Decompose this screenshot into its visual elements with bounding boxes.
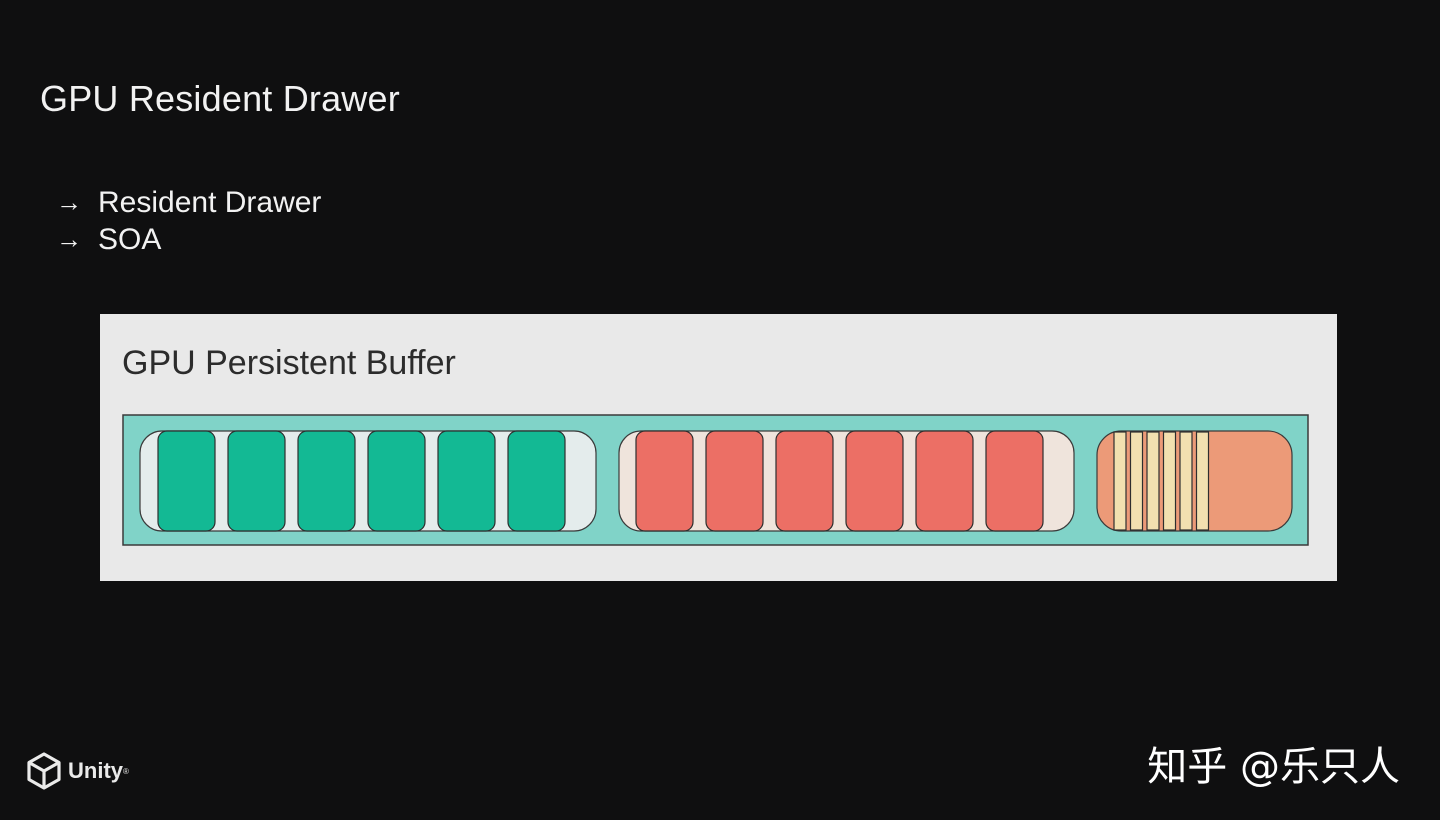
- orange-stripe: [1129, 431, 1144, 531]
- slide-title: GPU Resident Drawer: [40, 78, 400, 119]
- group-orange: [1096, 430, 1293, 532]
- bullet-list: → Resident Drawer → SOA: [56, 184, 321, 258]
- buffer-diagram: [122, 414, 1309, 546]
- orange-stripe: [1146, 431, 1160, 531]
- red-block: [985, 430, 1044, 532]
- green-block: [297, 430, 356, 532]
- green-block: [507, 430, 566, 532]
- watermark: 知乎 @乐只人: [1147, 744, 1400, 790]
- gpu-buffer-panel: GPU Persistent Buffer: [100, 314, 1337, 581]
- red-block: [915, 430, 974, 532]
- green-block: [227, 430, 286, 532]
- green-block: [437, 430, 496, 532]
- bullet-item: → Resident Drawer: [56, 184, 321, 221]
- unity-registered-mark: ®: [123, 766, 129, 776]
- bullet-item: → SOA: [56, 221, 321, 258]
- arrow-icon: →: [56, 224, 82, 254]
- orange-stripe: [1113, 431, 1127, 531]
- unity-logo: Unity ®: [26, 752, 129, 790]
- red-block: [635, 430, 694, 532]
- bullet-text: SOA: [98, 222, 162, 256]
- red-block: [705, 430, 764, 532]
- bullet-text: Resident Drawer: [98, 185, 322, 219]
- green-block: [367, 430, 426, 532]
- red-block: [845, 430, 904, 532]
- orange-stripe: [1162, 431, 1177, 531]
- unity-cube-icon: [27, 752, 61, 790]
- arrow-icon: →: [56, 187, 82, 217]
- group-red: [618, 430, 1075, 532]
- orange-stripe: [1179, 431, 1193, 531]
- red-block: [775, 430, 834, 532]
- orange-stripe: [1195, 431, 1210, 531]
- unity-logo-text: Unity: [68, 758, 123, 783]
- green-block: [157, 430, 216, 532]
- group-green: [139, 430, 597, 532]
